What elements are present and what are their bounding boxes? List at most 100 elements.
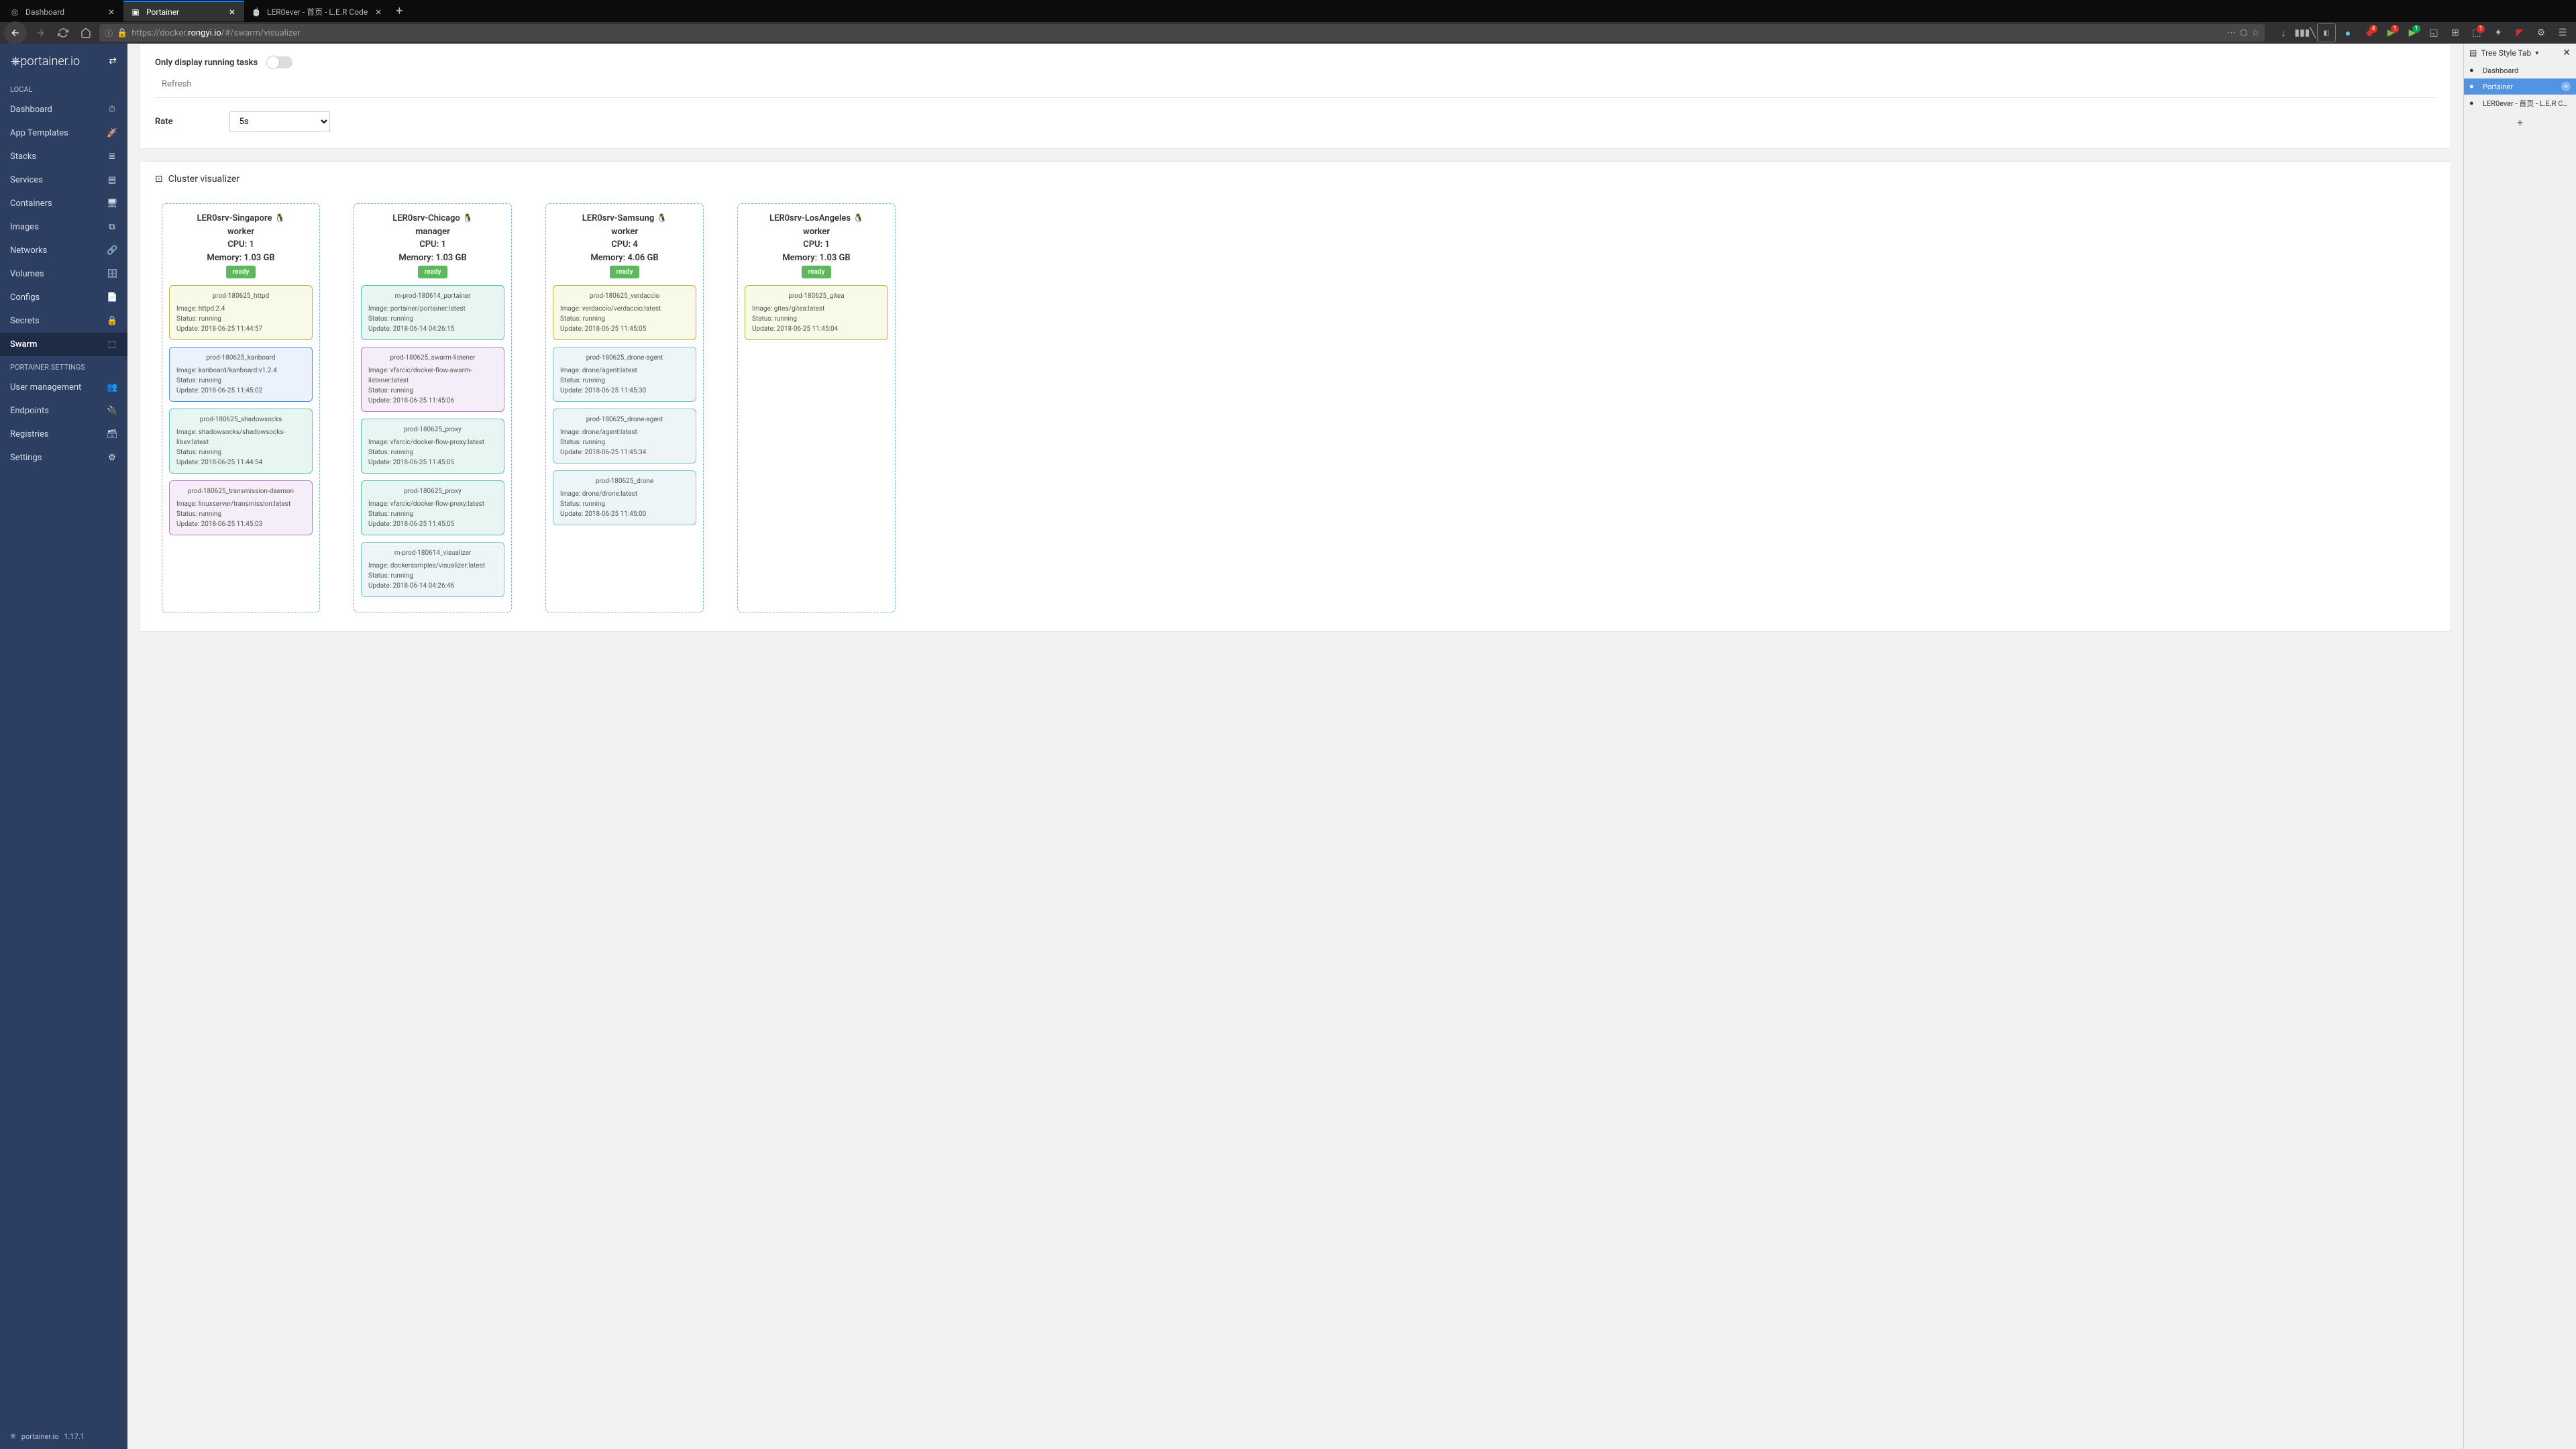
tst-tab-item[interactable]: ●Dashboard [2464, 62, 2576, 78]
new-tab-button[interactable]: + [390, 4, 408, 18]
task-card[interactable]: prod-180625_drone-agent Image: drone/age… [553, 347, 696, 402]
task-image: Image: verdaccio/verdaccio:latest [560, 304, 689, 314]
back-button[interactable] [4, 21, 27, 44]
tst-tab-item[interactable]: ●Portainer× [2464, 78, 2576, 95]
library-icon[interactable]: ▮▮▮╲ [2296, 23, 2314, 42]
browser-tab[interactable]: 🍵 LER0ever - 首页 - L.E.R Code × [244, 1, 390, 21]
tst-tab-title: LER0ever - 首页 - L.E.R Code [2483, 98, 2571, 109]
task-card[interactable]: prod-180625_drone Image: drone/drone:lat… [553, 470, 696, 525]
rocket-icon: 🚀 [107, 128, 117, 138]
tst-add-tab[interactable]: + [2464, 112, 2576, 133]
sidebar-item-volumes[interactable]: Volumes🗄 [0, 262, 127, 286]
task-card[interactable]: prod-180625_kanboard Image: kanboard/kan… [169, 347, 313, 402]
pocket-icon[interactable]: ⬡ [2240, 28, 2247, 38]
more-icon[interactable]: ⋯ [2227, 28, 2236, 38]
sidebar-item-registries[interactable]: Registries🗃 [0, 423, 127, 446]
ext-icon[interactable]: ⊞ [2446, 23, 2465, 42]
sidebar-toggle-icon[interactable]: ⇄ [109, 56, 117, 66]
star-icon[interactable]: ☆ [2251, 28, 2259, 38]
sidebar-item-containers[interactable]: Containers🖥 [0, 192, 127, 215]
task-image: Image: shadowsocks/shadowsocks-libev:lat… [176, 427, 305, 447]
tab-favicon: ● [2469, 66, 2479, 75]
browser-tab[interactable]: ◎ Dashboard × [3, 1, 123, 21]
sidebar-item-endpoints[interactable]: Endpoints🔌 [0, 399, 127, 423]
node-card: LER0srv-Singapore worker CPU: 1 Memory: … [162, 203, 320, 612]
tab-close-icon[interactable]: × [227, 7, 237, 17]
sidebar-item-configs[interactable]: Configs📄 [0, 286, 127, 309]
task-name: prod-180625_verdaccio [560, 291, 689, 301]
sidebar-item-images[interactable]: Images⧉ [0, 215, 127, 239]
tab-title: Dashboard [25, 7, 101, 17]
node-role: worker [551, 225, 698, 239]
tab-title: Portainer [146, 7, 221, 17]
node-role: worker [168, 225, 314, 239]
task-card[interactable]: m-prod-180614_portainer Image: portainer… [361, 285, 504, 340]
rate-select[interactable]: 5s [229, 111, 330, 132]
tab-close-icon[interactable]: × [106, 7, 117, 17]
ext-icon[interactable]: ▶1 [2381, 23, 2400, 42]
toolbar-icons: ↓ ▮▮▮╲ ◧ ● ◆4 ▶1 ▶1 ◱ ⊞ ⬚1 ✦ ◤ ⚙ ☰ [2269, 23, 2572, 42]
task-update: Update: 2018-06-25 11:45:05 [560, 324, 689, 334]
browser-tab-active[interactable]: ▣ Portainer × [123, 1, 244, 21]
ext-icon[interactable]: ● [2339, 23, 2357, 42]
cluster-grid: LER0srv-Singapore worker CPU: 1 Memory: … [155, 197, 2436, 619]
task-card[interactable]: prod-180625_gitea Image: gitea/gitea:lat… [745, 285, 888, 340]
task-card[interactable]: prod-180625_httpd Image: httpd:2.4 Statu… [169, 285, 313, 340]
forward-button[interactable] [31, 23, 50, 42]
task-card[interactable]: prod-180625_shadowsocks Image: shadowsoc… [169, 409, 313, 474]
node-role: manager [360, 225, 506, 239]
logo[interactable]: ⎈ portainer.io ⇄ [0, 44, 127, 78]
sidebar-item-stacks[interactable]: Stacks≣ [0, 145, 127, 168]
browser-tab-strip: ◎ Dashboard × ▣ Portainer × 🍵 LER0ever -… [0, 0, 2576, 22]
tst-tab-item[interactable]: ●LER0ever - 首页 - L.E.R Code [2464, 95, 2576, 112]
task-card[interactable]: prod-180625_drone-agent Image: drone/age… [553, 409, 696, 464]
url-bar[interactable]: ⓘ 🔒 https://docker.rongyi.io/#/swarm/vis… [99, 24, 2265, 42]
ext-icon[interactable]: ▶1 [2403, 23, 2422, 42]
database-icon: 🗃 [107, 429, 117, 439]
portainer-icon: ◎ [9, 7, 20, 17]
sidebar-item-swarm[interactable]: Swarm⬚ [0, 333, 127, 356]
task-card[interactable]: prod-180625_proxy Image: vfarcic/docker-… [361, 480, 504, 535]
task-card[interactable]: prod-180625_transmission-daemon Image: l… [169, 480, 313, 535]
sidebar-item-services[interactable]: Services▤ [0, 168, 127, 192]
task-name: prod-180625_httpd [176, 291, 305, 301]
ext-icon[interactable]: ✦ [2489, 23, 2508, 42]
reload-button[interactable] [54, 23, 72, 42]
sidebar-item-user-management[interactable]: User management👥 [0, 376, 127, 399]
task-card[interactable]: prod-180625_proxy Image: vfarcic/docker-… [361, 419, 504, 474]
only-running-toggle[interactable] [267, 56, 292, 68]
list-alt-icon: ▤ [107, 175, 117, 185]
sidebar-icon[interactable]: ◧ [2317, 23, 2336, 42]
close-icon[interactable]: ✕ [2563, 48, 2571, 58]
refresh-button[interactable]: Refresh [155, 72, 2436, 98]
download-icon[interactable]: ↓ [2274, 23, 2293, 42]
cluster-panel: ⊡ Cluster visualizer LER0srv-Singapore w… [140, 161, 2451, 632]
nav-bar: ⓘ 🔒 https://docker.rongyi.io/#/swarm/vis… [0, 22, 2576, 44]
close-icon[interactable]: × [2561, 82, 2571, 91]
node-memory: Memory: 1.03 GB [168, 252, 314, 265]
ext-icon[interactable]: ◤ [2510, 23, 2529, 42]
sidebar-item-settings[interactable]: Settings⚙ [0, 446, 127, 470]
lock-icon: 🔒 [117, 28, 127, 38]
task-card[interactable]: prod-180625_swarm-listener Image: vfarci… [361, 347, 504, 412]
task-card[interactable]: m-prod-180614_visualizer Image: dockersa… [361, 542, 504, 597]
menu-icon[interactable]: ☰ [2553, 23, 2572, 42]
task-card[interactable]: prod-180625_verdaccio Image: verdaccio/v… [553, 285, 696, 340]
tab-title: LER0ever - 首页 - L.E.R Code [267, 6, 368, 17]
chevron-down-icon[interactable]: ▾ [2535, 50, 2538, 57]
sidebar-item-networks[interactable]: Networks🔗 [0, 239, 127, 262]
info-icon[interactable]: ⓘ [105, 28, 113, 39]
ext-icon[interactable]: ⬚1 [2467, 23, 2486, 42]
tab-close-icon[interactable]: × [373, 7, 384, 17]
task-image: Image: linuxserver/transmission:latest [176, 499, 305, 509]
linux-icon [853, 212, 863, 225]
portainer-icon: ▣ [130, 7, 141, 17]
sidebar-item-dashboard[interactable]: Dashboard⏱ [0, 98, 127, 121]
lock-icon: 🔒 [107, 316, 117, 326]
ext-icon[interactable]: ◆4 [2360, 23, 2379, 42]
sidebar-item-secrets[interactable]: Secrets🔒 [0, 309, 127, 333]
home-button[interactable] [76, 23, 95, 42]
ext-icon[interactable]: ◱ [2424, 23, 2443, 42]
sidebar-item-app-templates[interactable]: App Templates🚀 [0, 121, 127, 145]
ext-icon[interactable]: ⚙ [2532, 23, 2551, 42]
